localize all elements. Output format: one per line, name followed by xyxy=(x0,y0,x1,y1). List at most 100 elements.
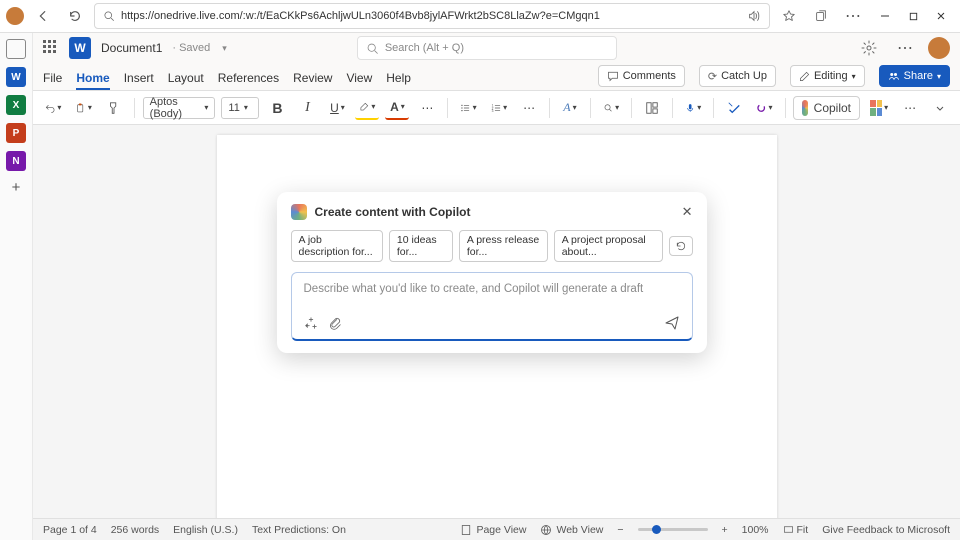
format-painter-button[interactable] xyxy=(102,96,126,120)
zoom-in-button[interactable]: + xyxy=(722,524,728,536)
undo-button[interactable]: ▾ xyxy=(41,96,65,120)
editing-mode-button[interactable]: Editing▾ xyxy=(790,65,865,87)
rail-add-button[interactable]: + xyxy=(6,179,26,199)
suggestion-chip-job[interactable]: A job description for... xyxy=(291,230,383,262)
loop-button[interactable]: ▾ xyxy=(752,96,776,120)
favorites-button[interactable] xyxy=(776,3,802,29)
font-family-select[interactable]: Aptos (Body)▾ xyxy=(143,97,216,119)
designer-button[interactable] xyxy=(640,96,664,120)
send-button[interactable] xyxy=(664,315,680,331)
suggestion-chip-proposal[interactable]: A project proposal about... xyxy=(554,230,663,262)
search-box[interactable]: Search (Alt + Q) xyxy=(357,36,617,60)
paste-button[interactable]: ▾ xyxy=(71,96,95,120)
status-predictions[interactable]: Text Predictions: On xyxy=(252,524,346,536)
back-button[interactable] xyxy=(30,3,56,29)
rail-home-icon[interactable] xyxy=(6,39,26,59)
tab-references[interactable]: References xyxy=(218,71,279,90)
address-bar[interactable]: https://onedrive.live.com/:w:/t/EaCKkPs6… xyxy=(94,3,770,29)
share-button[interactable]: Share▾ xyxy=(879,65,950,87)
find-button[interactable]: ▾ xyxy=(599,96,623,120)
font-color-button[interactable]: A▾ xyxy=(385,96,409,120)
zoom-out-button[interactable]: − xyxy=(617,524,623,536)
feedback-link[interactable]: Give Feedback to Microsoft xyxy=(822,524,950,536)
dictate-button[interactable]: ▾ xyxy=(681,96,705,120)
copilot-prompt-input[interactable]: Describe what you'd like to create, and … xyxy=(291,272,693,341)
web-view-button[interactable]: Web View xyxy=(540,524,603,536)
font-size-select[interactable]: 11▾ xyxy=(221,97,259,119)
profile-avatar-icon[interactable] xyxy=(6,7,24,25)
tab-review[interactable]: Review xyxy=(293,71,332,90)
title-dropdown-icon[interactable]: ▾ xyxy=(222,43,227,54)
more-button[interactable]: ⋯ xyxy=(892,35,918,61)
status-language[interactable]: English (U.S.) xyxy=(173,524,238,536)
numbering-button[interactable]: 123▾ xyxy=(487,96,511,120)
close-window-button[interactable] xyxy=(928,3,954,29)
app-launcher-icon[interactable] xyxy=(43,40,59,56)
page-view-button[interactable]: Page View xyxy=(460,524,526,536)
refresh-suggestions-button[interactable] xyxy=(669,236,693,256)
copilot-button[interactable]: Copilot xyxy=(793,96,860,120)
document-title[interactable]: Document1 xyxy=(101,41,162,55)
page[interactable]: Create content with Copilot ✕ A job desc… xyxy=(217,135,777,518)
table-style-button[interactable]: ▾ xyxy=(866,96,892,120)
ribbon-tabs: File Home Insert Layout References Revie… xyxy=(33,63,960,91)
tab-file[interactable]: File xyxy=(43,71,62,90)
ribbon-collapse-button[interactable] xyxy=(928,96,952,120)
status-words[interactable]: 256 words xyxy=(111,524,159,536)
copilot-icon xyxy=(802,100,807,116)
settings-button[interactable] xyxy=(856,35,882,61)
refresh-button[interactable] xyxy=(62,3,88,29)
more-ribbon-button[interactable]: ⋯ xyxy=(898,96,922,120)
underline-button[interactable]: U▾ xyxy=(325,96,349,120)
search-icon xyxy=(103,10,115,22)
more-paragraph-button[interactable]: ⋯ xyxy=(517,96,541,120)
suggestion-chip-press[interactable]: A press release for... xyxy=(459,230,548,262)
collections-button[interactable] xyxy=(808,3,834,29)
ribbon: ▾ ▾ Aptos (Body)▾ 11▾ B I U▾ ▾ A▾ ⋯ ▾ 12… xyxy=(33,91,960,125)
maximize-button[interactable] xyxy=(900,3,926,29)
tab-view[interactable]: View xyxy=(346,71,372,90)
save-status: · Saved xyxy=(172,42,210,54)
app-rail: W X P N + xyxy=(0,33,33,540)
copilot-icon xyxy=(291,204,307,220)
search-placeholder: Search (Alt + Q) xyxy=(385,42,464,54)
status-page[interactable]: Page 1 of 4 xyxy=(43,524,97,536)
attachment-icon[interactable] xyxy=(328,316,342,330)
browser-menu-button[interactable]: ⋯ xyxy=(840,3,866,29)
rail-excel-icon[interactable]: X xyxy=(6,95,26,115)
fit-button[interactable]: Fit xyxy=(783,524,809,536)
svg-text:3: 3 xyxy=(491,108,493,112)
close-icon[interactable]: ✕ xyxy=(682,204,693,220)
copilot-dialog-title: Create content with Copilot xyxy=(315,205,471,219)
rail-onenote-icon[interactable]: N xyxy=(6,151,26,171)
browser-bar: https://onedrive.live.com/:w:/t/EaCKkPs6… xyxy=(0,0,960,33)
tab-insert[interactable]: Insert xyxy=(124,71,154,90)
editor-button[interactable] xyxy=(722,96,746,120)
more-font-button[interactable]: ⋯ xyxy=(415,96,439,120)
tab-help[interactable]: Help xyxy=(386,71,411,90)
zoom-level[interactable]: 100% xyxy=(742,524,769,536)
document-canvas[interactable]: Create content with Copilot ✕ A job desc… xyxy=(33,125,960,518)
app-header: W Document1 · Saved ▾ Search (Alt + Q) ⋯ xyxy=(33,33,960,63)
comments-button[interactable]: Comments xyxy=(598,65,685,87)
minimize-button[interactable] xyxy=(872,3,898,29)
suggestion-chip-ideas[interactable]: 10 ideas for... xyxy=(389,230,453,262)
url-text: https://onedrive.live.com/:w:/t/EaCKkPs6… xyxy=(121,10,741,22)
bold-button[interactable]: B xyxy=(265,96,289,120)
rail-powerpoint-icon[interactable]: P xyxy=(6,123,26,143)
italic-button[interactable]: I xyxy=(295,96,319,120)
user-avatar-icon[interactable] xyxy=(928,37,950,59)
copilot-dialog: Create content with Copilot ✕ A job desc… xyxy=(277,192,707,353)
search-icon xyxy=(366,42,379,55)
tab-layout[interactable]: Layout xyxy=(168,71,204,90)
read-aloud-icon[interactable] xyxy=(747,9,761,23)
copilot-placeholder: Describe what you'd like to create, and … xyxy=(304,283,680,301)
catch-up-button[interactable]: ⟳Catch Up xyxy=(699,65,776,87)
sparkle-icon[interactable] xyxy=(304,316,318,330)
highlight-button[interactable]: ▾ xyxy=(355,96,379,120)
styles-button[interactable]: A▾ xyxy=(558,96,582,120)
zoom-slider[interactable] xyxy=(638,528,708,531)
tab-home[interactable]: Home xyxy=(76,71,109,90)
bullets-button[interactable]: ▾ xyxy=(456,96,480,120)
rail-word-icon[interactable]: W xyxy=(6,67,26,87)
